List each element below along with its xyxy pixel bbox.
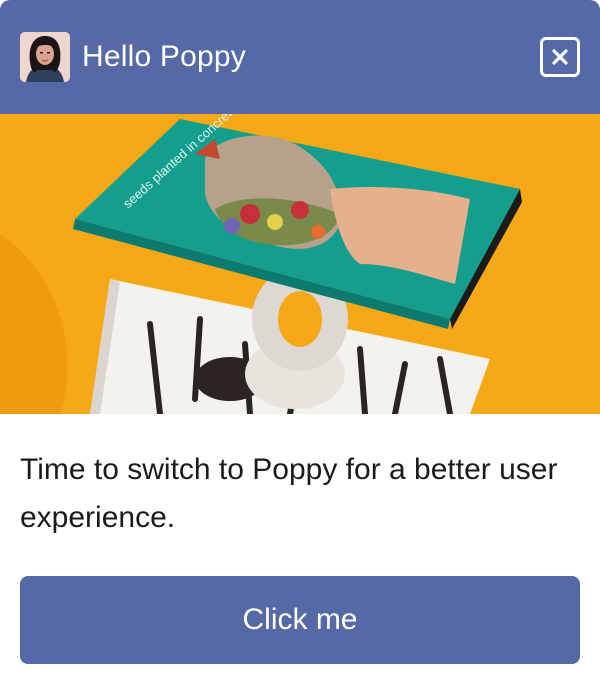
user-avatar	[20, 32, 70, 82]
popup-title: Hello Poppy	[82, 40, 246, 73]
popup-header: Hello Poppy	[0, 0, 600, 114]
popup-card: Hello Poppy seeds planted in concrete Ti…	[0, 0, 600, 684]
click-me-button[interactable]: Click me	[20, 576, 580, 664]
hero-image: seeds planted in concrete	[0, 114, 600, 414]
close-button[interactable]	[540, 37, 580, 77]
message-text: Time to switch to Poppy for a better use…	[20, 453, 558, 534]
close-icon	[552, 49, 568, 65]
